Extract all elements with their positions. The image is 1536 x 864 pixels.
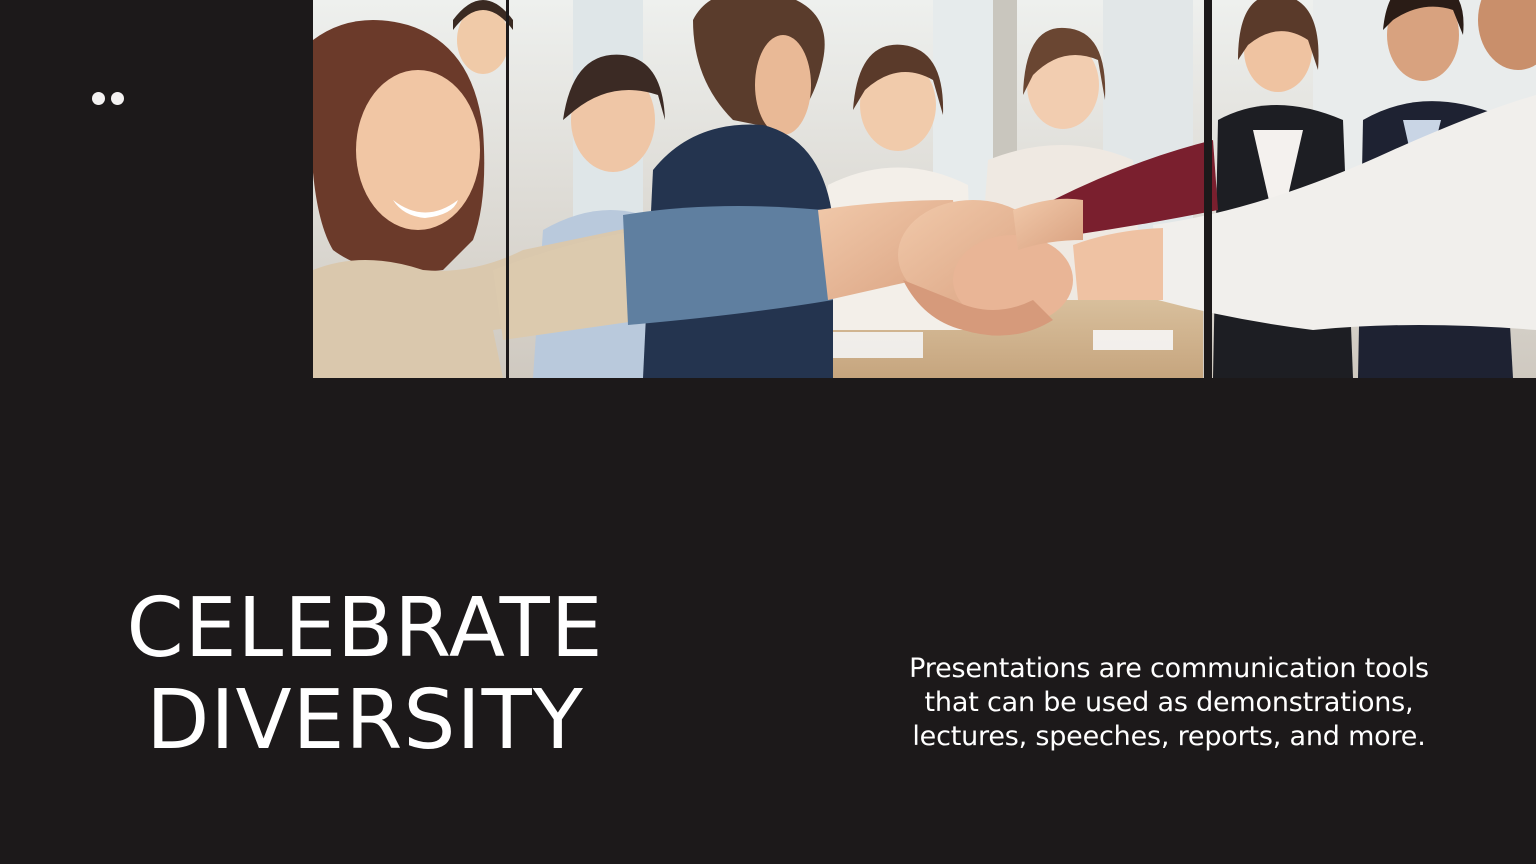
slide-body-text: Presentations are communication tools th… [909, 653, 1429, 752]
title-line-1: CELEBRATE [126, 581, 604, 676]
dot-icon [111, 92, 124, 105]
dot-icon [92, 92, 105, 105]
slide-title: CELEBRATE DIVERSITY [60, 583, 670, 767]
slide: CELEBRATE DIVERSITY Presentations are co… [0, 0, 1536, 864]
two-dots-icon [92, 92, 132, 106]
title-line-2: DIVERSITY [146, 673, 584, 768]
handshake-photo [313, 0, 1536, 378]
